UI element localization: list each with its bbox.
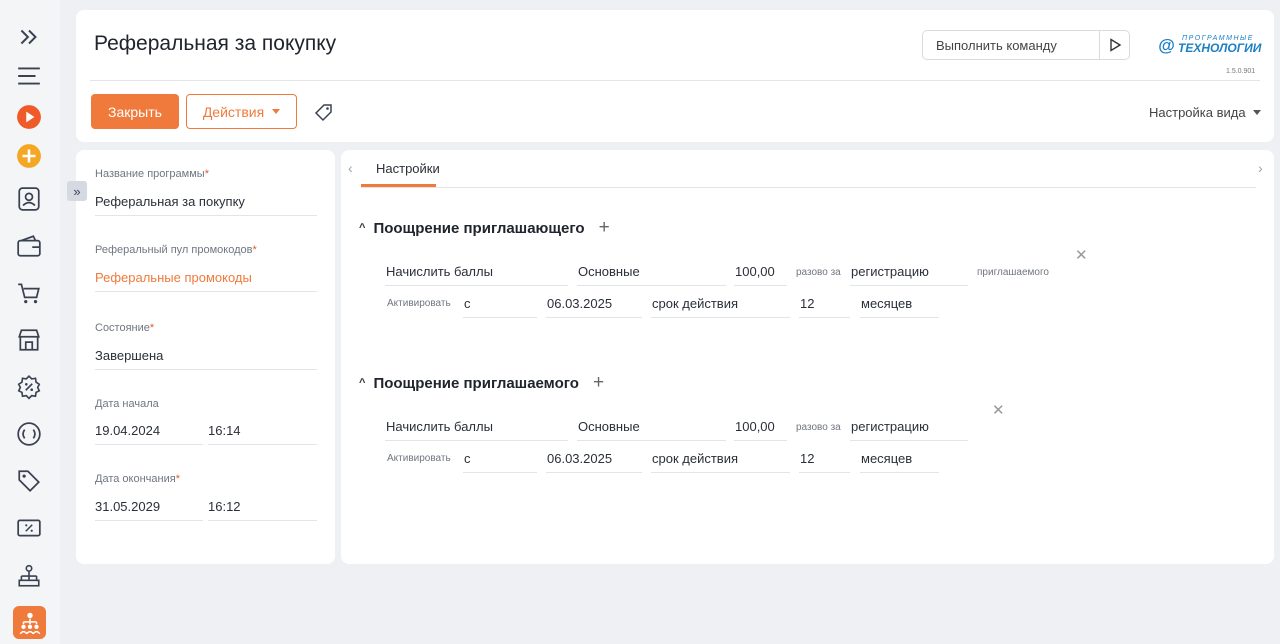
command-box <box>922 30 1130 60</box>
invitee-period-input[interactable]: 12 <box>799 451 850 473</box>
inviter-amount-input[interactable]: 100,00 <box>734 264 787 286</box>
main-panel: ‹ › Настройки ^ Поощрение приглашающего … <box>341 150 1274 564</box>
brand-logo-icon: @ <box>1158 36 1175 55</box>
inviter-period-input[interactable]: 12 <box>799 296 850 318</box>
state-label: Состояние* <box>95 322 155 334</box>
invitee-activate-label: Активировать <box>387 453 451 464</box>
inviter-once-for-label: разово за <box>796 267 841 278</box>
app-version: 1.5.0.901 <box>1226 68 1256 75</box>
close-button[interactable]: Закрыть <box>91 94 179 129</box>
inviter-section-header[interactable]: ^ Поощрение приглашающего + <box>359 217 610 239</box>
start-time-field[interactable]: 16:14 <box>208 423 317 445</box>
invitee-once-for-label: разово за <box>796 422 841 433</box>
menu-icon[interactable] <box>14 61 44 91</box>
tab-active-indicator <box>361 184 436 187</box>
inviter-remove-icon[interactable]: ✕ <box>1075 246 1088 264</box>
referral-icon[interactable] <box>13 606 46 639</box>
inviter-event-select[interactable]: регистрацию <box>850 264 968 286</box>
program-properties-panel: Название программы* Реферальная за покуп… <box>76 150 335 564</box>
tab-settings[interactable]: Настройки <box>376 161 440 176</box>
end-date-field[interactable]: 31.05.2029 <box>95 499 203 521</box>
invitee-amount-input[interactable]: 100,00 <box>734 419 787 441</box>
tag-icon[interactable] <box>14 466 44 496</box>
collapse-icon[interactable]: ^ <box>359 222 365 234</box>
inviter-action-select[interactable]: Начислить баллы <box>385 264 568 286</box>
play-icon[interactable] <box>14 102 44 132</box>
pool-label: Реферальный пул промокодов* <box>95 244 257 256</box>
invitee-section-header[interactable]: ^ Поощрение приглашаемого + <box>359 372 604 394</box>
inviter-event-suffix: приглашаемого <box>977 267 1049 278</box>
tag-button[interactable] <box>314 103 334 123</box>
add-reward-button[interactable]: + <box>599 217 610 239</box>
end-time-field[interactable]: 16:12 <box>208 499 317 521</box>
invitee-points-type-select[interactable]: Основные <box>577 419 726 441</box>
program-name-label: Название программы* <box>95 168 209 180</box>
inviter-date-input[interactable]: 06.03.2025 <box>546 296 642 318</box>
view-settings-label: Настройка вида <box>1149 105 1246 120</box>
expand-panel-button[interactable]: » <box>67 181 87 201</box>
add-reward-button[interactable]: + <box>593 372 604 394</box>
play-outline-icon <box>1109 38 1121 52</box>
inviter-validity-select[interactable]: срок действия <box>651 296 790 318</box>
program-name-field[interactable]: Реферальная за покупку <box>95 194 317 216</box>
invitee-validity-select[interactable]: срок действия <box>651 451 790 473</box>
invitee-unit-select[interactable]: месяцев <box>860 451 939 473</box>
actions-dropdown[interactable]: Действия <box>186 94 297 129</box>
cart-icon[interactable] <box>14 278 44 308</box>
pool-link[interactable]: Реферальные промокоды <box>95 270 317 292</box>
tag-icon <box>314 104 332 122</box>
invitee-from-select[interactable]: с <box>463 451 537 473</box>
sidebar <box>0 0 60 644</box>
collapse-icon[interactable]: ^ <box>359 377 365 389</box>
invitee-event-select[interactable]: регистрацию <box>850 419 968 441</box>
tab-prev-arrow[interactable]: ‹ <box>348 160 353 176</box>
contacts-icon[interactable] <box>14 184 44 214</box>
actions-label: Действия <box>202 103 265 120</box>
coupon-icon[interactable] <box>14 513 44 543</box>
tab-next-arrow[interactable]: › <box>1258 160 1263 176</box>
command-input[interactable] <box>923 31 1099 59</box>
view-settings-dropdown[interactable]: Настройка вида <box>1149 105 1261 120</box>
hierarchy-icon[interactable] <box>14 561 44 591</box>
inviter-section-title: Поощрение приглашающего <box>373 219 585 237</box>
run-command-button[interactable] <box>1099 31 1129 59</box>
tabs-divider <box>361 187 1256 188</box>
store-icon[interactable] <box>14 325 44 355</box>
divider <box>90 80 1260 81</box>
loyalty-icon[interactable] <box>14 419 44 449</box>
end-date-label: Дата окончания* <box>95 473 180 485</box>
inviter-unit-select[interactable]: месяцев <box>860 296 939 318</box>
start-date-field[interactable]: 19.04.2024 <box>95 423 203 445</box>
expand-icon[interactable] <box>14 22 44 52</box>
invitee-date-input[interactable]: 06.03.2025 <box>546 451 642 473</box>
invitee-section-title: Поощрение приглашаемого <box>373 374 579 392</box>
state-field[interactable]: Завершена <box>95 348 317 370</box>
page-title: Реферальная за покупку <box>94 32 337 55</box>
brand-main: ТЕХНОЛОГИИ <box>1178 41 1262 55</box>
add-icon[interactable] <box>14 141 44 171</box>
invitee-remove-icon[interactable]: ✕ <box>992 401 1005 419</box>
wallet-icon[interactable] <box>14 231 44 261</box>
inviter-points-type-select[interactable]: Основные <box>577 264 726 286</box>
discount-icon[interactable] <box>14 372 44 402</box>
start-date-label: Дата начала <box>95 398 159 410</box>
caret-down-icon <box>1252 110 1261 115</box>
invitee-action-select[interactable]: Начислить баллы <box>385 419 568 441</box>
header-card: Реферальная за покупку @ ПРОГРАММНЫЕ ТЕХ… <box>76 10 1274 142</box>
caret-down-icon <box>272 109 281 114</box>
inviter-from-select[interactable]: с <box>463 296 537 318</box>
inviter-activate-label: Активировать <box>387 298 451 309</box>
